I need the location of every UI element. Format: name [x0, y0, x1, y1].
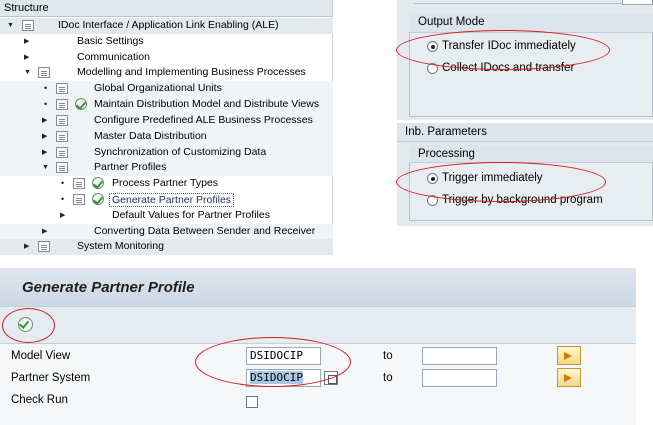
documentation-icon[interactable] — [56, 162, 68, 173]
value-help-icon[interactable] — [324, 371, 338, 385]
expand-arrow-icon[interactable]: ▶ — [42, 129, 47, 144]
tree-node-communication[interactable]: ▶ Communication — [0, 50, 333, 66]
tree-node-label: Default Values for Partner Profiles — [112, 209, 270, 222]
transfer-immediately-label: Transfer IDoc immediately — [442, 40, 576, 52]
execute-icon[interactable] — [92, 193, 104, 205]
documentation-icon[interactable] — [22, 20, 34, 31]
expand-arrow-icon[interactable]: ▶ — [60, 208, 65, 223]
expand-arrow-icon[interactable]: ▶ — [42, 113, 47, 128]
tree-node-label: Communication — [77, 51, 150, 64]
tree-node-label: Configure Predefined ALE Business Proces… — [94, 114, 313, 127]
tree-node-converting-data[interactable]: ▶ Converting Data Between Sender and Rec… — [0, 224, 333, 240]
execute-icon[interactable] — [92, 177, 104, 189]
documentation-icon[interactable] — [56, 99, 68, 110]
documentation-icon[interactable] — [73, 178, 85, 189]
model-view-label: Model View — [11, 350, 71, 362]
tree-node-label: Global Organizational Units — [94, 82, 222, 95]
tree-node-configure-predefined[interactable]: ▶ Configure Predefined ALE Business Proc… — [0, 113, 333, 129]
documentation-icon[interactable] — [73, 194, 85, 205]
generate-partner-profile-window: Generate Partner Profile Model View DSID… — [0, 268, 636, 425]
tree-node-synchronization[interactable]: ▶ Synchronization of Customizing Data — [0, 145, 333, 161]
multiple-selection-icon[interactable] — [557, 346, 581, 365]
partner-system-input[interactable]: DSIDOCIP — [246, 369, 321, 387]
expand-arrow-icon[interactable]: ▶ — [24, 239, 29, 254]
collapse-arrow-icon[interactable]: ▼ — [24, 65, 31, 80]
tree-node-label: Partner Profiles — [94, 161, 167, 174]
collapse-arrow-icon[interactable]: ▼ — [42, 160, 49, 175]
structure-tree-panel: Structure ▼ IDoc Interface / Application… — [0, 0, 333, 256]
documentation-icon[interactable] — [38, 67, 50, 78]
collect-idocs-label: Collect IDocs and transfer — [442, 62, 575, 74]
tree-node-label: System Monitoring — [77, 240, 164, 253]
tree-node-label: Modelling and Implementing Business Proc… — [77, 66, 306, 79]
tree-node-label: Master Data Distribution — [94, 130, 207, 143]
selection-form: Model View DSIDOCIP to Partner System DS… — [0, 337, 636, 425]
tree-node-default-values[interactable]: ▶ Default Values for Partner Profiles — [0, 208, 333, 224]
expand-arrow-icon[interactable]: ▶ — [24, 34, 29, 49]
bullet-icon: • — [61, 178, 65, 189]
tree-node-system-monitoring[interactable]: ▶ System Monitoring — [0, 239, 333, 255]
collapse-arrow-icon[interactable]: ▼ — [7, 18, 14, 33]
window-title: Generate Partner Profile — [22, 279, 195, 296]
multiple-selection-icon[interactable] — [557, 368, 581, 387]
documentation-icon[interactable] — [56, 147, 68, 158]
tree-node-partner-profiles[interactable]: ▼ Partner Profiles — [0, 160, 333, 176]
transfer-immediately-radio[interactable] — [427, 41, 438, 52]
documentation-icon[interactable] — [38, 241, 50, 252]
check-run-label: Check Run — [11, 394, 68, 406]
tree-node-maintain-distribution[interactable]: • Maintain Distribution Model and Distri… — [0, 97, 333, 113]
trigger-background-radio[interactable] — [427, 195, 438, 206]
tree-node-master-data[interactable]: ▶ Master Data Distribution — [0, 129, 333, 145]
execute-icon[interactable] — [75, 98, 87, 110]
tree-node-generate-partner-profiles[interactable]: • Generate Partner Profiles — [0, 192, 333, 208]
tree-node-label: Basic Settings — [77, 35, 144, 48]
partner-system-to-label: to — [383, 372, 393, 384]
window-title-bar: Generate Partner Profile — [0, 268, 636, 306]
tree-node-idoc-interface[interactable]: ▼ IDoc Interface / Application Link Enab… — [0, 18, 333, 34]
tree-node-label: Synchronization of Customizing Data — [94, 146, 267, 159]
documentation-icon[interactable] — [56, 131, 68, 142]
expand-arrow-icon[interactable]: ▶ — [42, 224, 47, 239]
partner-system-to-input[interactable] — [422, 369, 497, 387]
trigger-immediately-radio[interactable] — [427, 173, 438, 184]
tree-node-process-partner-types[interactable]: • Process Partner Types — [0, 176, 333, 192]
tree-node-basic-settings[interactable]: ▶ Basic Settings — [0, 34, 333, 50]
settings-panel: Output Mode Transfer IDoc immediately Co… — [396, 0, 653, 226]
tree-node-label: Converting Data Between Sender and Recei… — [94, 225, 316, 238]
model-view-to-label: to — [383, 350, 393, 362]
expand-arrow-icon[interactable]: ▶ — [24, 50, 29, 65]
documentation-icon[interactable] — [56, 83, 68, 94]
processing-title: Processing — [418, 148, 475, 160]
tree-node-label: Process Partner Types — [112, 177, 219, 190]
bullet-icon: • — [44, 99, 48, 110]
bullet-icon: • — [61, 194, 65, 205]
tree-node-label: Generate Partner Profiles — [109, 193, 235, 207]
collect-idocs-radio[interactable] — [427, 63, 438, 74]
model-view-to-input[interactable] — [422, 347, 497, 365]
structure-header: Structure — [0, 0, 332, 17]
model-view-input[interactable]: DSIDOCIP — [246, 347, 321, 365]
tree-node-label: IDoc Interface / Application Link Enabli… — [58, 19, 279, 32]
trigger-background-label: Trigger by background program — [442, 194, 603, 206]
tree-node-label: Maintain Distribution Model and Distribu… — [94, 98, 320, 111]
bullet-icon: • — [44, 83, 48, 94]
trigger-immediately-label: Trigger immediately — [442, 172, 543, 184]
inb-parameters-title: Inb. Parameters — [405, 126, 487, 138]
output-mode-title: Output Mode — [418, 16, 485, 28]
execute-icon[interactable] — [18, 317, 33, 332]
tree-node-modelling[interactable]: ▼ Modelling and Implementing Business Pr… — [0, 65, 333, 81]
tree-node-global-org-units[interactable]: • Global Organizational Units — [0, 81, 333, 97]
partner-system-label: Partner System — [11, 372, 91, 384]
clipped-row-divider — [414, 0, 634, 4]
documentation-icon[interactable] — [56, 115, 68, 126]
expand-arrow-icon[interactable]: ▶ — [42, 145, 47, 160]
clipped-input-field[interactable] — [622, 0, 653, 5]
application-toolbar — [0, 306, 636, 344]
check-run-checkbox[interactable] — [246, 396, 258, 408]
